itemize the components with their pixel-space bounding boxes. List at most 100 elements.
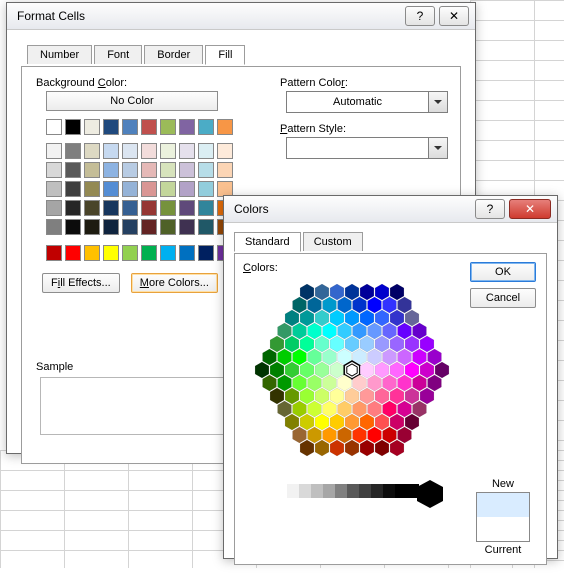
color-swatch[interactable] bbox=[84, 245, 100, 261]
hex-cell[interactable] bbox=[330, 284, 344, 300]
color-swatch[interactable] bbox=[46, 245, 62, 261]
color-swatch[interactable] bbox=[179, 200, 195, 216]
hex-cell[interactable] bbox=[323, 323, 337, 339]
hex-cell[interactable] bbox=[330, 336, 344, 352]
color-swatch[interactable] bbox=[46, 143, 62, 159]
hex-cell[interactable] bbox=[300, 336, 314, 352]
hex-cell[interactable] bbox=[345, 336, 359, 352]
color-swatch[interactable] bbox=[141, 245, 157, 261]
hex-cell[interactable] bbox=[263, 349, 277, 365]
hex-cell[interactable] bbox=[338, 427, 352, 443]
color-swatch[interactable] bbox=[122, 200, 138, 216]
color-swatch[interactable] bbox=[46, 181, 62, 197]
hex-cell[interactable] bbox=[300, 362, 314, 378]
hex-cell[interactable] bbox=[420, 362, 434, 378]
hex-cell[interactable] bbox=[293, 375, 307, 391]
hex-cell[interactable] bbox=[375, 440, 389, 456]
hex-cell[interactable] bbox=[368, 349, 382, 365]
color-swatch[interactable] bbox=[160, 245, 176, 261]
color-swatch[interactable] bbox=[46, 219, 62, 235]
hex-cell[interactable] bbox=[375, 284, 389, 300]
hex-cell[interactable] bbox=[413, 323, 427, 339]
help-button[interactable]: ? bbox=[475, 199, 505, 219]
hex-cell[interactable] bbox=[315, 336, 329, 352]
hex-cell[interactable] bbox=[413, 349, 427, 365]
hex-cell[interactable] bbox=[315, 284, 329, 300]
hex-cell[interactable] bbox=[315, 440, 329, 456]
hex-cell[interactable] bbox=[398, 297, 412, 313]
color-swatch[interactable] bbox=[179, 162, 195, 178]
hex-cell[interactable] bbox=[360, 336, 374, 352]
hex-cell[interactable] bbox=[375, 336, 389, 352]
hex-cell[interactable] bbox=[308, 323, 322, 339]
color-swatch[interactable] bbox=[198, 181, 214, 197]
color-swatch[interactable] bbox=[65, 119, 81, 135]
hex-cell[interactable] bbox=[293, 349, 307, 365]
hex-cell[interactable] bbox=[353, 323, 367, 339]
color-swatch[interactable] bbox=[179, 245, 195, 261]
gray-swatch[interactable] bbox=[299, 484, 311, 498]
hex-cell[interactable] bbox=[293, 401, 307, 417]
hex-cell[interactable] bbox=[308, 401, 322, 417]
hex-cell[interactable] bbox=[330, 414, 344, 430]
color-swatch[interactable] bbox=[122, 245, 138, 261]
hex-cell[interactable] bbox=[285, 362, 299, 378]
hex-cell[interactable] bbox=[390, 440, 404, 456]
tab-custom[interactable]: Custom bbox=[303, 232, 363, 251]
hex-cell[interactable] bbox=[330, 362, 344, 378]
color-swatch[interactable] bbox=[160, 143, 176, 159]
hex-cell[interactable] bbox=[300, 388, 314, 404]
hex-cell[interactable] bbox=[308, 297, 322, 313]
hex-cell[interactable] bbox=[353, 297, 367, 313]
gray-swatch[interactable] bbox=[359, 484, 371, 498]
hex-cell[interactable] bbox=[375, 362, 389, 378]
hex-cell[interactable] bbox=[270, 388, 284, 404]
color-swatch[interactable] bbox=[217, 162, 233, 178]
hex-cell[interactable] bbox=[330, 388, 344, 404]
color-swatch[interactable] bbox=[122, 181, 138, 197]
gray-swatch[interactable] bbox=[275, 484, 287, 498]
hex-cell[interactable] bbox=[375, 414, 389, 430]
color-swatch[interactable] bbox=[84, 181, 100, 197]
hex-cell[interactable] bbox=[390, 388, 404, 404]
hex-cell[interactable] bbox=[323, 401, 337, 417]
color-swatch[interactable] bbox=[103, 119, 119, 135]
hex-cell[interactable] bbox=[278, 375, 292, 391]
hex-cell[interactable] bbox=[278, 323, 292, 339]
color-swatch[interactable] bbox=[217, 119, 233, 135]
color-swatch[interactable] bbox=[122, 143, 138, 159]
current-color-hex[interactable] bbox=[415, 479, 445, 512]
hex-cell[interactable] bbox=[278, 349, 292, 365]
color-swatch[interactable] bbox=[103, 181, 119, 197]
color-swatch[interactable] bbox=[160, 200, 176, 216]
hex-cell[interactable] bbox=[323, 297, 337, 313]
color-swatch[interactable] bbox=[84, 200, 100, 216]
titlebar[interactable]: Colors ? ✕ bbox=[224, 196, 557, 223]
color-swatch[interactable] bbox=[198, 143, 214, 159]
color-swatch[interactable] bbox=[84, 219, 100, 235]
hex-cell[interactable] bbox=[398, 427, 412, 443]
color-swatch[interactable] bbox=[103, 245, 119, 261]
gray-swatch[interactable] bbox=[383, 484, 395, 498]
hex-cell[interactable] bbox=[255, 362, 269, 378]
more-colors-button[interactable]: More Colors... bbox=[131, 273, 218, 293]
color-swatch[interactable] bbox=[65, 200, 81, 216]
hex-cell[interactable] bbox=[428, 349, 442, 365]
color-swatch[interactable] bbox=[179, 143, 195, 159]
hex-cell[interactable] bbox=[390, 362, 404, 378]
gray-swatch[interactable] bbox=[371, 484, 383, 498]
color-swatch[interactable] bbox=[160, 162, 176, 178]
gray-swatch[interactable] bbox=[323, 484, 335, 498]
hex-cell[interactable] bbox=[285, 336, 299, 352]
hex-cell[interactable] bbox=[405, 336, 419, 352]
hex-cell[interactable] bbox=[300, 440, 314, 456]
hex-cell[interactable] bbox=[323, 375, 337, 391]
hex-cell[interactable] bbox=[360, 440, 374, 456]
hex-cell[interactable] bbox=[330, 440, 344, 456]
hex-cell[interactable] bbox=[345, 284, 359, 300]
hex-cell[interactable] bbox=[420, 336, 434, 352]
gray-swatch[interactable] bbox=[335, 484, 347, 498]
tab-standard[interactable]: Standard bbox=[234, 232, 301, 252]
color-swatch[interactable] bbox=[84, 143, 100, 159]
hex-cell[interactable] bbox=[345, 440, 359, 456]
